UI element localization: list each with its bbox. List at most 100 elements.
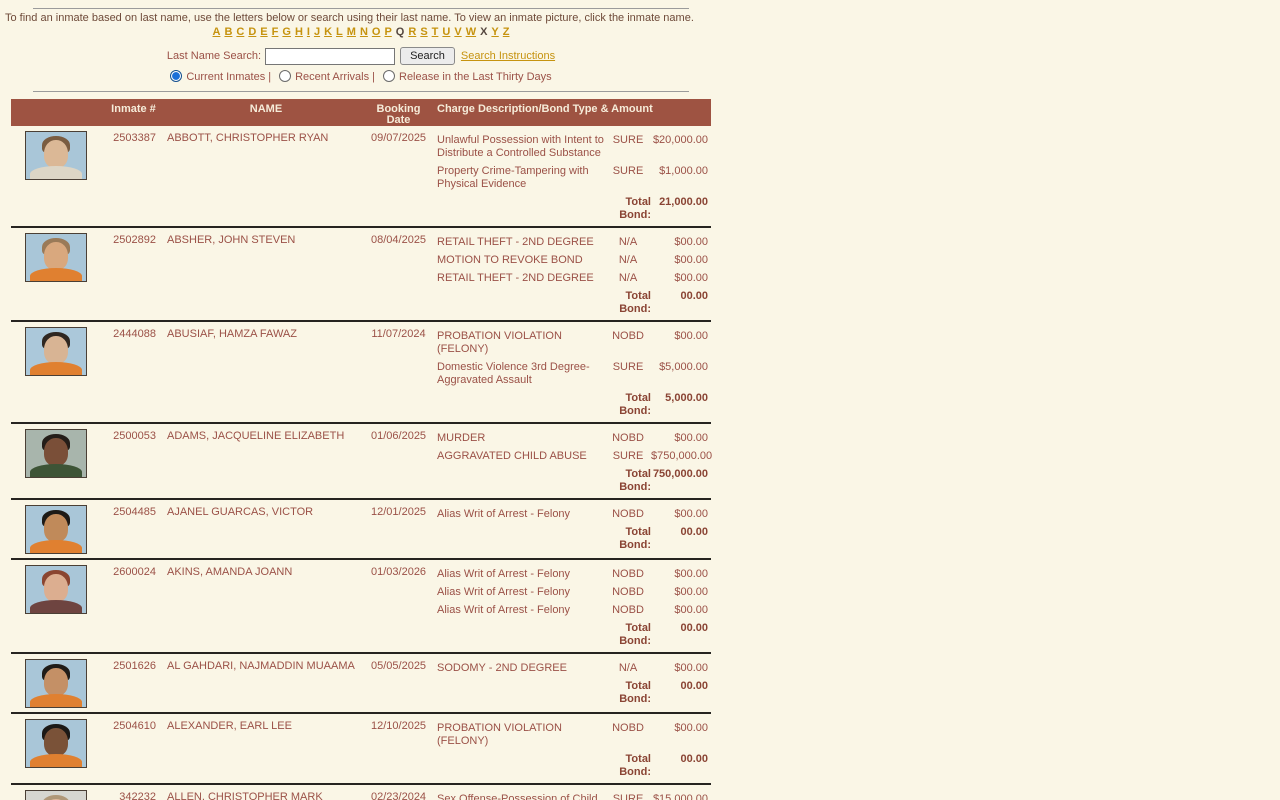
table-row: 2502892 ABSHER, JOHN STEVEN 08/04/2025 R… bbox=[11, 226, 711, 320]
photo-cell bbox=[11, 656, 106, 708]
charges-cell: RETAIL THEFT - 2ND DEGREE N/A $00.00 MOT… bbox=[426, 230, 711, 316]
letter-link-M[interactable]: M bbox=[347, 26, 356, 38]
charge-description: RETAIL THEFT - 2ND DEGREE bbox=[437, 272, 594, 284]
last-name-search-input[interactable] bbox=[265, 47, 396, 65]
letter-link-T[interactable]: T bbox=[432, 26, 439, 38]
letter-link-C[interactable]: C bbox=[236, 26, 244, 38]
radio-unselected-icon[interactable] bbox=[279, 70, 292, 82]
name-cell: AL GAHDARI, NAJMADDIN MUAAMA bbox=[161, 656, 371, 708]
bond-amount: $1,000.00 bbox=[659, 165, 708, 177]
charge-description: Alias Writ of Arrest - Felony bbox=[437, 604, 571, 616]
letter-link-F[interactable]: F bbox=[272, 26, 279, 38]
name-cell: ABSHER, JOHN STEVEN bbox=[161, 230, 371, 316]
charges-cell: Alias Writ of Arrest - Felony NOBD $00.0… bbox=[426, 562, 711, 648]
inmate-name-link[interactable]: ADAMS, JACQUELINE ELIZABETH bbox=[167, 430, 344, 442]
letter-link-Y[interactable]: Y bbox=[491, 26, 498, 38]
letter-link-N[interactable]: N bbox=[360, 26, 368, 38]
charge-line: Alias Writ of Arrest - Felony NOBD $00.0… bbox=[426, 604, 711, 617]
letter-link-D[interactable]: D bbox=[248, 26, 256, 38]
charges-cell: Unlawful Possession with Intent to Distr… bbox=[426, 128, 711, 222]
letter-link-I[interactable]: I bbox=[307, 26, 310, 38]
charge-line: Domestic Violence 3rd Degree-Aggravated … bbox=[426, 361, 711, 387]
letter-link-L[interactable]: L bbox=[336, 26, 343, 38]
radio-selected-icon[interactable] bbox=[170, 70, 183, 82]
letter-plain-Q: Q bbox=[395, 26, 405, 38]
charge-description: Alias Writ of Arrest - Felony bbox=[437, 568, 571, 580]
inmate-photo[interactable] bbox=[25, 659, 87, 708]
letter-link-E[interactable]: E bbox=[260, 26, 267, 38]
table-body: 2503387 ABBOTT, CHRISTOPHER RYAN 09/07/2… bbox=[11, 126, 712, 800]
photo-face bbox=[44, 336, 68, 364]
bond-amount: $00.00 bbox=[674, 586, 708, 598]
inmate-name-link[interactable]: ABSHER, JOHN STEVEN bbox=[167, 234, 295, 246]
alphabet-nav: ABCDEFGHIJKLMNOPQRSTUVWXYZ bbox=[11, 26, 711, 38]
charge-description: Alias Writ of Arrest - Felony bbox=[437, 508, 571, 520]
table-row: 2600024 AKINS, AMANDA JOANN 01/03/2026 A… bbox=[11, 558, 711, 652]
inmate-name-link[interactable]: ALLEN, CHRISTOPHER MARK bbox=[167, 791, 323, 800]
letter-link-A[interactable]: A bbox=[212, 26, 220, 38]
photo-shoulders bbox=[30, 464, 82, 477]
letter-link-W[interactable]: W bbox=[466, 26, 476, 38]
header-charges: Charge Description/Bond Type & Amount bbox=[437, 103, 653, 115]
charges-cell: PROBATION VIOLATION (FELONY) NOBD $00.00… bbox=[426, 324, 711, 418]
inmate-photo[interactable] bbox=[25, 233, 87, 282]
photo-shoulders bbox=[30, 362, 82, 375]
inmate-photo[interactable] bbox=[25, 565, 87, 614]
search-button[interactable]: Search bbox=[400, 47, 455, 65]
inmate-photo[interactable] bbox=[25, 790, 87, 800]
total-bond-amount: 00.00 bbox=[680, 526, 708, 538]
inmate-name-link[interactable]: AL GAHDARI, NAJMADDIN MUAAMA bbox=[167, 660, 355, 672]
inmate-name-link[interactable]: ABUSIAF, HAMZA FAWAZ bbox=[167, 328, 297, 340]
inmate-photo[interactable] bbox=[25, 131, 87, 180]
letter-link-G[interactable]: G bbox=[282, 26, 291, 38]
bond-amount: $00.00 bbox=[674, 604, 708, 616]
letter-link-H[interactable]: H bbox=[295, 26, 303, 38]
name-cell: AJANEL GUARCAS, VICTOR bbox=[161, 502, 371, 554]
bond-type: SURE bbox=[612, 165, 644, 177]
letter-link-U[interactable]: U bbox=[442, 26, 450, 38]
letter-link-B[interactable]: B bbox=[224, 26, 232, 38]
bond-type: N/A bbox=[618, 662, 638, 674]
letter-link-P[interactable]: P bbox=[384, 26, 391, 38]
inmate-photo[interactable] bbox=[25, 719, 87, 768]
total-bond-label: Total Bond: bbox=[619, 526, 651, 551]
charge-description: Alias Writ of Arrest - Felony bbox=[437, 586, 571, 598]
charge-line: SODOMY - 2ND DEGREE N/A $00.00 bbox=[426, 662, 711, 675]
inmate-number: 2500053 bbox=[113, 430, 156, 442]
bond-type: SURE bbox=[612, 361, 644, 373]
table-header: Inmate # NAME Booking Date Charge Descri… bbox=[11, 99, 711, 126]
header-photo-spacer bbox=[11, 99, 106, 126]
photo-cell bbox=[11, 230, 106, 316]
bond-type: N/A bbox=[618, 254, 638, 266]
letter-link-V[interactable]: V bbox=[454, 26, 461, 38]
bond-type: SURE bbox=[612, 450, 644, 462]
inmate-photo[interactable] bbox=[25, 429, 87, 478]
name-cell: ALEXANDER, EARL LEE bbox=[161, 716, 371, 779]
inmate-photo[interactable] bbox=[25, 327, 87, 376]
booking-date: 12/10/2025 bbox=[371, 720, 427, 732]
charges-cell: Alias Writ of Arrest - Felony NOBD $00.0… bbox=[426, 502, 711, 554]
letter-link-K[interactable]: K bbox=[324, 26, 332, 38]
total-bond-line: Total Bond: 21,000.00 bbox=[426, 196, 711, 222]
inmate-photo[interactable] bbox=[25, 505, 87, 554]
photo-cell bbox=[11, 426, 106, 494]
letter-link-S[interactable]: S bbox=[420, 26, 427, 38]
bond-type: NOBD bbox=[612, 568, 644, 580]
letter-link-O[interactable]: O bbox=[372, 26, 381, 38]
inmate-name-link[interactable]: AJANEL GUARCAS, VICTOR bbox=[167, 506, 313, 518]
charge-line: Unlawful Possession with Intent to Distr… bbox=[426, 134, 711, 160]
inmate-name-link[interactable]: ALEXANDER, EARL LEE bbox=[167, 720, 292, 732]
letter-link-Z[interactable]: Z bbox=[503, 26, 510, 38]
filter-label: Release in the Last Thirty Days bbox=[399, 71, 552, 83]
inmate-name-link[interactable]: AKINS, AMANDA JOANN bbox=[167, 566, 292, 578]
letter-link-J[interactable]: J bbox=[314, 26, 320, 38]
inmate-name-link[interactable]: ABBOTT, CHRISTOPHER RYAN bbox=[167, 132, 328, 144]
photo-cell bbox=[11, 502, 106, 554]
header-booking-date: Booking Date bbox=[376, 103, 421, 126]
table-row: 2444088 ABUSIAF, HAMZA FAWAZ 11/07/2024 … bbox=[11, 320, 711, 422]
filter-option-0: Current Inmates | bbox=[170, 70, 271, 83]
search-instructions-link[interactable]: Search Instructions bbox=[461, 50, 555, 62]
radio-unselected-icon[interactable] bbox=[383, 70, 395, 82]
letter-link-R[interactable]: R bbox=[408, 26, 416, 38]
bond-amount: $00.00 bbox=[674, 254, 708, 266]
